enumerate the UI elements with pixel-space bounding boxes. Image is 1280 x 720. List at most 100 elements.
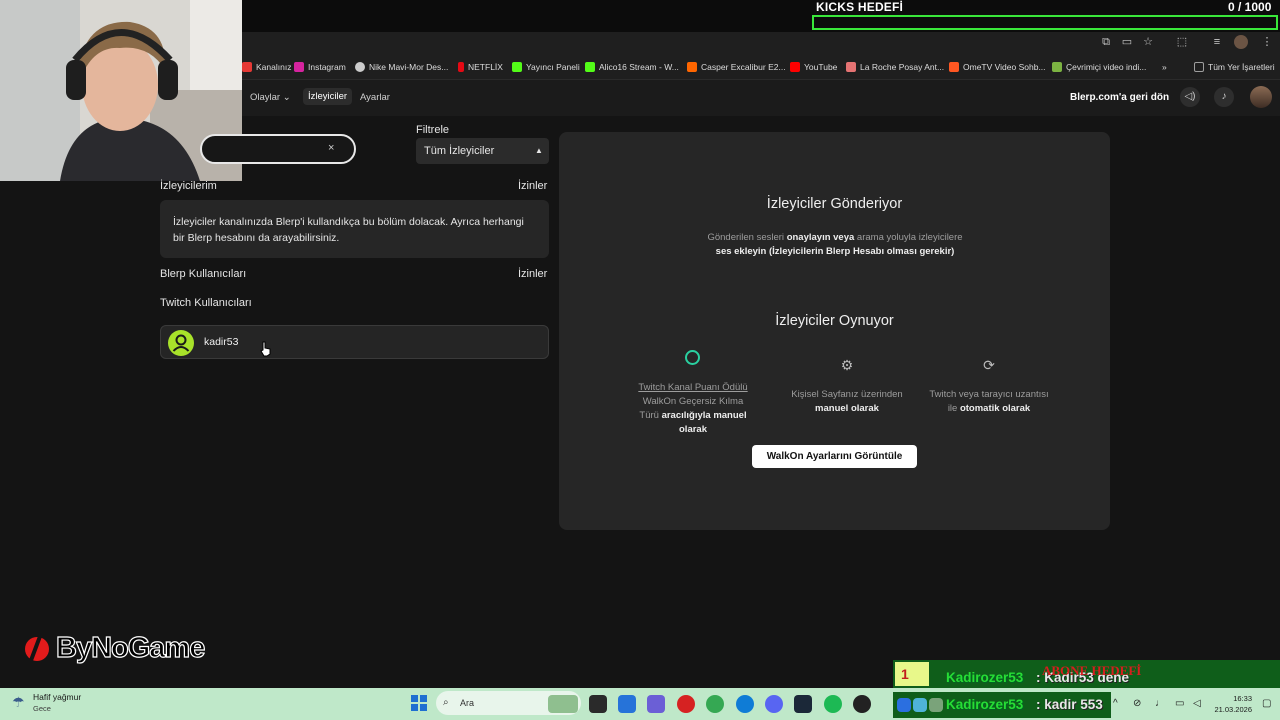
bookmark-kanaliniz[interactable]: Kanalınız: [242, 60, 291, 74]
bookmark-video-indir[interactable]: Çevrimiçi video indi...: [1052, 60, 1146, 74]
bookmark-instagram[interactable]: Instagram: [294, 60, 346, 74]
weather-text[interactable]: Hafif yağmur: [33, 692, 81, 702]
search-highlight-icon[interactable]: [548, 695, 578, 713]
bookmark-yayinci-paneli[interactable]: Yayıncı Paneli: [512, 60, 580, 74]
nav-olaylar[interactable]: Olaylar ⌄: [250, 92, 291, 103]
my-viewers-permissions-link[interactable]: İzinler: [518, 180, 547, 192]
bynogame-logo-icon: [22, 629, 54, 670]
task-view-icon[interactable]: [589, 695, 607, 713]
bookmark-nike[interactable]: Nike Mavi-Mor Des...: [355, 60, 448, 74]
rain-cloud-icon[interactable]: ☂: [12, 694, 25, 711]
sync-icon: ⟳: [983, 357, 995, 373]
viewers-playing-heading: İzleyiciler Oynuyor: [775, 313, 894, 329]
bookmark-youtube[interactable]: YouTube: [790, 60, 837, 74]
discord-icon[interactable]: [765, 695, 783, 713]
steam-icon[interactable]: [794, 695, 812, 713]
bookmarks-overflow-icon[interactable]: »: [1162, 60, 1167, 74]
bookmark-favicon-icon: [242, 62, 252, 72]
kicks-goal-count: 0 / 1000: [1228, 0, 1272, 14]
hand-cursor-icon: [260, 341, 272, 362]
bookmark-star-icon[interactable]: ☆: [1141, 35, 1155, 49]
media-control-icon[interactable]: ≡: [1210, 35, 1224, 49]
person-icon: [172, 334, 190, 352]
bookmark-all[interactable]: Tüm Yer İşaretleri: [1194, 60, 1275, 74]
network-icon[interactable]: ▭: [1175, 698, 1184, 709]
instagram-icon: [294, 62, 304, 72]
twitch-user-name: kadir53: [204, 336, 239, 348]
windows-start-icon[interactable]: [411, 695, 427, 711]
app-icon[interactable]: [929, 698, 943, 712]
close-icon[interactable]: ×: [328, 142, 334, 154]
volume-icon[interactable]: ◁): [1180, 87, 1200, 107]
bookmark-netflix[interactable]: NETFLİX: [458, 60, 503, 74]
search-icon: ⌕: [443, 697, 449, 708]
walkon-method-channel-points: Twitch Kanal Puanı Ödülü WalkOn Geçersiz…: [638, 382, 748, 435]
filter-selected-value: Tüm İzleyiciler: [424, 145, 495, 157]
mail-icon[interactable]: [618, 695, 636, 713]
taskbar-clock[interactable]: 16:33 21.03.2026: [1214, 693, 1252, 715]
taskbar-search-placeholder: Ara: [460, 698, 475, 708]
nav-izleyiciler[interactable]: İzleyiciler: [303, 88, 353, 105]
obs-icon[interactable]: [853, 695, 871, 713]
gear-icon: ⚙: [840, 357, 854, 373]
user-avatar[interactable]: [1250, 86, 1272, 108]
chat-user: Kadirozer53: [946, 697, 1024, 712]
tray-app-icon[interactable]: ⊘: [1133, 698, 1141, 709]
translate-icon[interactable]: ⧉: [1099, 35, 1113, 49]
bookmark-casper[interactable]: Casper Excalibur E2...: [687, 60, 786, 74]
walkon-info-panel: [559, 132, 1110, 530]
blerp-users-heading: Blerp Kullanıcıları: [160, 268, 247, 280]
menu-dots-icon[interactable]: ⋮: [1260, 35, 1274, 49]
walkon-method-personal-page: Kişisel Sayfanız üzerinden manuel olarak: [791, 389, 903, 414]
loading-ring-icon: [685, 350, 700, 365]
globe-icon: [355, 62, 365, 72]
kick-icon: [512, 62, 522, 72]
abone-goal-label: ABONE HEDEFİ: [1042, 663, 1142, 678]
bookmark-ometv[interactable]: OmeTV Video Sohb...: [949, 60, 1046, 74]
twitch-users-heading: Twitch Kullanıcıları: [160, 297, 252, 309]
chevron-up-icon[interactable]: ^: [1113, 698, 1118, 709]
netflix-icon: [458, 62, 464, 72]
bell-icon[interactable]: ♪: [1214, 87, 1234, 107]
kicks-goal-progress-bar: [812, 15, 1278, 30]
notification-icon[interactable]: ▢: [1262, 698, 1271, 709]
viewers-sending-description: Gönderilen sesleri onaylayın veya arama …: [707, 232, 963, 257]
app-icon[interactable]: [897, 698, 911, 712]
user-icon: [168, 330, 194, 356]
youtube-icon: [790, 62, 800, 72]
extensions-icon[interactable]: ⬚: [1175, 35, 1189, 49]
speaker-icon[interactable]: ◁: [1193, 698, 1201, 709]
walkon-method-extension: Twitch veya tarayıcı uzantısı ile otomat…: [929, 389, 1049, 414]
nav-ayarlar[interactable]: Ayarlar: [360, 92, 390, 103]
kicks-goal-title: KICKS HEDEFİ: [816, 0, 904, 14]
teams-icon[interactable]: [647, 695, 665, 713]
cast-icon[interactable]: ▭: [1120, 35, 1134, 49]
folder-icon: [1194, 62, 1204, 72]
chrome-icon[interactable]: [706, 695, 724, 713]
info-text: İzleyiciler kanalınızda Blerp'i kullandı…: [173, 216, 524, 244]
chat-message: : kadir 553: [1036, 697, 1103, 712]
chevron-down-icon: ⌄: [282, 92, 291, 103]
my-viewers-heading: İzleyicilerim: [160, 180, 217, 192]
hb-icon: [687, 62, 697, 72]
edge-icon[interactable]: [736, 695, 754, 713]
bookmark-la-roche[interactable]: La Roche Posay Ant...: [846, 60, 944, 74]
viewers-sending-heading: İzleyiciler Gönderiyor: [766, 196, 903, 212]
app-icon[interactable]: [913, 698, 927, 712]
filter-label: Filtrele: [416, 124, 450, 136]
caret-up-icon: ▲: [535, 146, 543, 155]
follow-alert-number: 1: [895, 662, 929, 686]
profile-avatar-icon[interactable]: [1234, 35, 1248, 49]
weather-subtext: Gece: [33, 704, 51, 713]
blerp-users-permissions-link[interactable]: İzinler: [518, 268, 547, 280]
ometv-icon: [949, 62, 959, 72]
view-walkon-settings-button[interactable]: WalkOn Ayarlarını Görüntüle: [752, 445, 917, 468]
cross-icon: [846, 62, 856, 72]
spotify-icon[interactable]: [824, 695, 842, 713]
download-icon: [1052, 62, 1062, 72]
bookmark-alico16[interactable]: Alico16 Stream - W...: [585, 60, 679, 74]
follow-alert-user: Kadirozer53: [946, 670, 1024, 685]
opera-icon[interactable]: [677, 695, 695, 713]
microphone-icon[interactable]: ♩: [1155, 698, 1165, 709]
back-to-blerp-link[interactable]: Blerp.com'a geri dön: [1070, 92, 1169, 103]
